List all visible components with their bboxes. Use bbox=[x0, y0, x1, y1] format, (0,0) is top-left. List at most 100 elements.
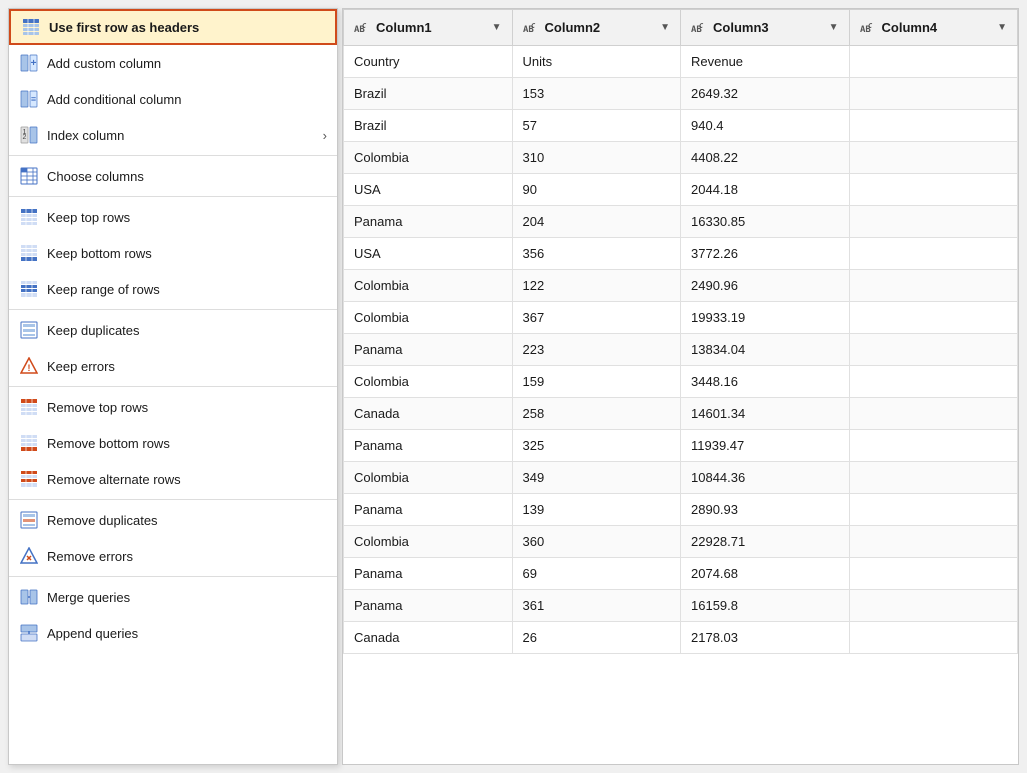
menu-item-merge-queries[interactable]: Merge queries bbox=[9, 579, 337, 615]
table-cell-r4-c2: 2044.18 bbox=[681, 174, 850, 206]
svg-text:C: C bbox=[362, 22, 367, 30]
menu-item-label-add-conditional-column: Add conditional column bbox=[47, 92, 327, 107]
svg-text:!: ! bbox=[28, 363, 31, 373]
column-dropdown-arrow-icon[interactable]: ▼ bbox=[829, 22, 839, 33]
table-row: Colombia3104408.22 bbox=[344, 142, 1018, 174]
table-cell-r3-c3 bbox=[849, 142, 1018, 174]
remove-bottom-icon bbox=[19, 433, 39, 453]
column-dropdown-arrow-icon[interactable]: ▼ bbox=[660, 22, 670, 33]
column-header-col2[interactable]: ABC Column2 ▼ bbox=[512, 10, 681, 46]
table-cell-r10-c0: Colombia bbox=[344, 366, 513, 398]
table-cell-r8-c2: 19933.19 bbox=[681, 302, 850, 334]
menu-item-index-column[interactable]: 12Index column› bbox=[9, 117, 337, 153]
menu-item-choose-columns[interactable]: Choose columns bbox=[9, 158, 337, 194]
menu-separator bbox=[9, 576, 337, 577]
menu-separator bbox=[9, 155, 337, 156]
column-header-label-col2: Column2 bbox=[545, 20, 601, 35]
table-cell-r6-c2: 3772.26 bbox=[681, 238, 850, 270]
column-header-col3[interactable]: ABCColumn3▼ bbox=[681, 10, 850, 46]
column-dropdown-arrow-icon[interactable]: ▼ bbox=[492, 22, 502, 33]
column-header-label-col4: Column4 bbox=[882, 20, 938, 35]
remove-err-icon bbox=[19, 546, 39, 566]
table-cell-r14-c1: 139 bbox=[512, 494, 681, 526]
table-cell-r9-c0: Panama bbox=[344, 334, 513, 366]
menu-item-label-append-queries: Append queries bbox=[47, 626, 327, 641]
table-cell-r7-c1: 122 bbox=[512, 270, 681, 302]
menu-item-keep-bottom-rows[interactable]: Keep bottom rows bbox=[9, 235, 337, 271]
column-type-icon: ABC bbox=[691, 21, 707, 35]
menu-separator bbox=[9, 196, 337, 197]
table-row: USA902044.18 bbox=[344, 174, 1018, 206]
table-cell-r5-c2: 16330.85 bbox=[681, 206, 850, 238]
table-cell-r17-c2: 16159.8 bbox=[681, 590, 850, 622]
table-cell-r7-c0: Colombia bbox=[344, 270, 513, 302]
menu-item-remove-top-rows[interactable]: Remove top rows bbox=[9, 389, 337, 425]
table-row: CountryUnitsRevenue bbox=[344, 46, 1018, 78]
table-cell-r9-c3 bbox=[849, 334, 1018, 366]
menu-item-label-index-column: Index column bbox=[47, 128, 315, 143]
table-cell-r4-c3 bbox=[849, 174, 1018, 206]
table-cell-r4-c0: USA bbox=[344, 174, 513, 206]
table-row: Panama692074.68 bbox=[344, 558, 1018, 590]
table-cell-r0-c2: Revenue bbox=[681, 46, 850, 78]
menu-item-add-custom-column[interactable]: +Add custom column bbox=[9, 45, 337, 81]
table-cell-r16-c3 bbox=[849, 558, 1018, 590]
table-cell-r11-c3 bbox=[849, 398, 1018, 430]
column-dropdown-arrow-icon[interactable]: ▼ bbox=[997, 22, 1007, 33]
table-cell-r13-c3 bbox=[849, 462, 1018, 494]
menu-separator bbox=[9, 386, 337, 387]
context-menu: Use first row as headers+Add custom colu… bbox=[8, 8, 338, 765]
menu-item-remove-bottom-rows[interactable]: Remove bottom rows bbox=[9, 425, 337, 461]
table-row: Panama1392890.93 bbox=[344, 494, 1018, 526]
keep-top-icon bbox=[19, 207, 39, 227]
data-table-container: ABCColumn1▼ABCColumn2▼ABCColumn3▼ABCColu… bbox=[342, 8, 1019, 765]
merge-icon bbox=[19, 587, 39, 607]
table-cell-r2-c2: 940.4 bbox=[681, 110, 850, 142]
table-cell-r14-c0: Panama bbox=[344, 494, 513, 526]
table-row: Colombia1593448.16 bbox=[344, 366, 1018, 398]
menu-item-append-queries[interactable]: Append queries bbox=[9, 615, 337, 651]
main-container: Use first row as headers+Add custom colu… bbox=[0, 0, 1027, 773]
column-header-col4[interactable]: ABCColumn4▼ bbox=[849, 10, 1018, 46]
table-cell-r7-c2: 2490.96 bbox=[681, 270, 850, 302]
menu-item-add-conditional-column[interactable]: ≡Add conditional column bbox=[9, 81, 337, 117]
table-cell-r11-c1: 258 bbox=[512, 398, 681, 430]
table-cell-r11-c2: 14601.34 bbox=[681, 398, 850, 430]
table-cell-r7-c3 bbox=[849, 270, 1018, 302]
menu-item-label-remove-alternate-rows: Remove alternate rows bbox=[47, 472, 327, 487]
table-cell-r15-c2: 22928.71 bbox=[681, 526, 850, 558]
table-cell-r2-c1: 57 bbox=[512, 110, 681, 142]
menu-item-remove-errors[interactable]: Remove errors bbox=[9, 538, 337, 574]
table-row: Panama22313834.04 bbox=[344, 334, 1018, 366]
table-cell-r17-c3 bbox=[849, 590, 1018, 622]
menu-item-keep-range-of-rows[interactable]: Keep range of rows bbox=[9, 271, 337, 307]
menu-item-remove-alternate-rows[interactable]: Remove alternate rows bbox=[9, 461, 337, 497]
table-cell-r5-c1: 204 bbox=[512, 206, 681, 238]
table-cell-r3-c2: 4408.22 bbox=[681, 142, 850, 174]
menu-item-keep-duplicates[interactable]: Keep duplicates bbox=[9, 312, 337, 348]
append-icon bbox=[19, 623, 39, 643]
table-cell-r6-c0: USA bbox=[344, 238, 513, 270]
table-cell-r10-c3 bbox=[849, 366, 1018, 398]
table-row: Panama36116159.8 bbox=[344, 590, 1018, 622]
menu-item-remove-duplicates[interactable]: Remove duplicates bbox=[9, 502, 337, 538]
table-header-icon bbox=[21, 17, 41, 37]
table-cell-r1-c0: Brazil bbox=[344, 78, 513, 110]
column-type-icon: ABC bbox=[523, 21, 539, 35]
menu-separator bbox=[9, 499, 337, 500]
menu-item-keep-top-rows[interactable]: Keep top rows bbox=[9, 199, 337, 235]
table-cell-r15-c1: 360 bbox=[512, 526, 681, 558]
table-cell-r18-c3 bbox=[849, 622, 1018, 654]
table-cell-r13-c1: 349 bbox=[512, 462, 681, 494]
menu-item-keep-errors[interactable]: !Keep errors bbox=[9, 348, 337, 384]
menu-item-label-keep-range-of-rows: Keep range of rows bbox=[47, 282, 327, 297]
menu-item-label-remove-errors: Remove errors bbox=[47, 549, 327, 564]
table-row: Panama32511939.47 bbox=[344, 430, 1018, 462]
menu-item-use-first-row-headers[interactable]: Use first row as headers bbox=[9, 9, 337, 45]
menu-item-label-remove-top-rows: Remove top rows bbox=[47, 400, 327, 415]
table-cell-r2-c3 bbox=[849, 110, 1018, 142]
column-type-icon: ABC bbox=[354, 21, 370, 35]
column-header-col1[interactable]: ABCColumn1▼ bbox=[344, 10, 513, 46]
table-cell-r17-c0: Panama bbox=[344, 590, 513, 622]
svg-text:+: + bbox=[31, 58, 37, 69]
